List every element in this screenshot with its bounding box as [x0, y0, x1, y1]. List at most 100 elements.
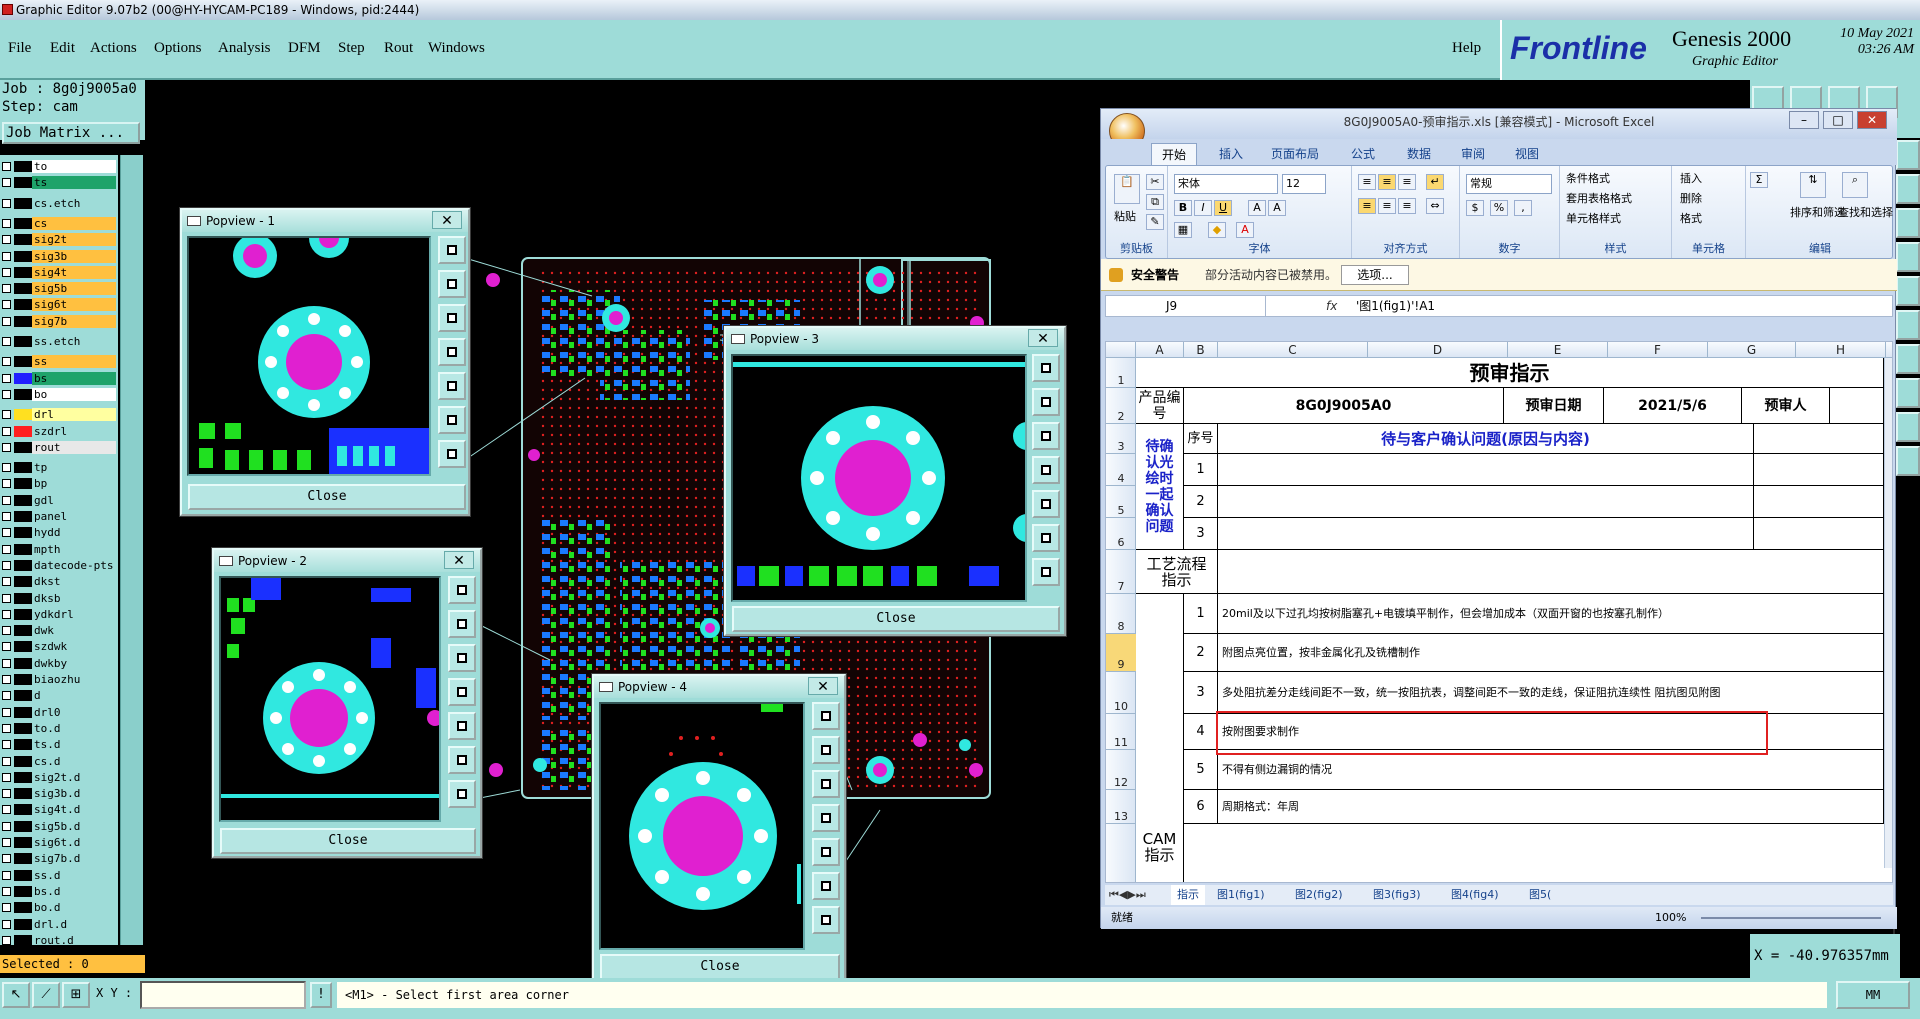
pv4-tool-7[interactable] — [812, 906, 840, 934]
sheet-nav-icon[interactable]: ⏮◀▶⏭ — [1109, 885, 1146, 905]
merge-icon[interactable]: ⇔ — [1426, 198, 1444, 214]
layer-color-swatch[interactable] — [14, 657, 32, 669]
pv4-tool-1[interactable] — [812, 702, 840, 730]
units-button[interactable]: MM — [1836, 981, 1910, 1009]
percent-icon[interactable]: % — [1490, 200, 1508, 216]
pv3-tool-3[interactable] — [1032, 422, 1060, 450]
pending-num-1[interactable]: 1 — [1184, 454, 1218, 486]
layer-row[interactable]: drl — [0, 407, 118, 422]
layer-checkbox[interactable] — [2, 740, 11, 750]
row-header[interactable]: 12 — [1106, 750, 1136, 790]
layer-name[interactable]: to.d — [32, 721, 116, 735]
layer-color-swatch[interactable] — [14, 869, 32, 881]
strip-button-4[interactable] — [1896, 242, 1920, 272]
layer-row[interactable]: ss — [0, 354, 118, 369]
layer-name[interactable]: sig3b — [32, 249, 116, 263]
job-matrix-button[interactable]: Job Matrix ... — [2, 122, 140, 144]
product-no-cell[interactable]: 8G0J9005A0 — [1184, 388, 1504, 424]
layer-name[interactable]: rout — [32, 440, 116, 454]
layer-color-swatch[interactable] — [14, 527, 32, 539]
layer-color-swatch[interactable] — [14, 771, 32, 783]
layer-color-swatch[interactable] — [14, 494, 32, 506]
cam-label-cell[interactable]: CAM指示 — [1136, 594, 1184, 882]
layer-checkbox[interactable] — [2, 267, 11, 277]
layer-row[interactable]: gdl — [0, 493, 118, 508]
column-header[interactable]: E — [1508, 342, 1608, 358]
layer-checkbox[interactable] — [2, 691, 11, 701]
pending-num-3[interactable]: 3 — [1184, 518, 1218, 550]
layer-checkbox[interactable] — [2, 707, 11, 717]
sheet-tab-6[interactable]: 图5( — [1529, 885, 1551, 905]
layer-checkbox[interactable] — [2, 560, 11, 570]
cut-icon[interactable]: ✂ — [1146, 174, 1164, 190]
pv4-tool-3[interactable] — [812, 770, 840, 798]
layer-color-swatch[interactable] — [14, 478, 32, 490]
pv1-tool-1[interactable] — [438, 236, 466, 264]
layer-row[interactable]: bo — [0, 387, 118, 402]
align-bottom-icon[interactable]: ≡ — [1398, 174, 1416, 190]
pv2-tool-5[interactable] — [448, 712, 476, 740]
layer-checkbox[interactable] — [2, 198, 11, 208]
reviewer-cell[interactable] — [1830, 388, 1884, 424]
process-label-cell[interactable]: 工艺流程指示 — [1136, 550, 1218, 594]
row-header[interactable]: 7 — [1106, 550, 1136, 594]
xy-input[interactable] — [140, 981, 306, 1009]
pv1-tool-6[interactable] — [438, 406, 466, 434]
row-header[interactable]: 5 — [1106, 486, 1136, 518]
paste-label[interactable]: 粘贴 — [1114, 208, 1136, 226]
layer-row[interactable]: sig4t — [0, 265, 118, 280]
layer-name[interactable]: panel — [32, 510, 116, 523]
strip-button-1[interactable] — [1896, 140, 1920, 170]
layer-name[interactable]: sig4t.d — [32, 803, 116, 817]
pending-item-1-h[interactable] — [1754, 454, 1884, 486]
layer-name[interactable]: gdl — [32, 493, 116, 507]
layer-name[interactable]: drl.d — [32, 917, 116, 931]
layer-row[interactable]: hydd — [0, 525, 118, 540]
column-header[interactable]: D — [1368, 342, 1508, 358]
popview-2[interactable]: Popview - 2 ✕ Close — [212, 548, 482, 858]
layer-row[interactable]: dksb — [0, 591, 118, 606]
pv4-tool-5[interactable] — [812, 838, 840, 866]
layer-checkbox[interactable] — [2, 442, 11, 452]
layer-name[interactable]: cs.etch — [32, 196, 116, 210]
fx-icon[interactable]: fx — [1326, 296, 1337, 316]
layer-color-swatch[interactable] — [14, 885, 32, 897]
pv4-tool-4[interactable] — [812, 804, 840, 832]
layer-name[interactable]: hydd — [32, 526, 116, 540]
comma-icon[interactable]: , — [1514, 200, 1532, 216]
popview-1-canvas[interactable] — [187, 236, 431, 476]
empty-cell[interactable] — [1754, 424, 1884, 454]
layer-row[interactable]: dwk — [0, 623, 118, 638]
layer-name[interactable]: sig4t — [32, 265, 116, 279]
layer-checkbox[interactable] — [2, 544, 11, 554]
formula-input[interactable]: '图1(fig1)'!A1 — [1356, 296, 1435, 316]
strip-button-8[interactable] — [1896, 378, 1920, 408]
layer-checkbox[interactable] — [2, 756, 11, 766]
zoom-slider[interactable] — [1701, 917, 1881, 919]
layer-name[interactable]: dwk — [32, 624, 116, 638]
popview-4-close-button[interactable]: Close — [600, 954, 840, 980]
select-all-corner[interactable] — [1106, 342, 1136, 358]
layer-name[interactable]: rout.d — [32, 933, 116, 945]
sheet-tab-5[interactable]: 图4(fig4) — [1451, 885, 1499, 905]
pv2-tool-2[interactable] — [448, 610, 476, 638]
popview-1-close-icon[interactable]: ✕ — [432, 211, 462, 229]
strip-button-2[interactable] — [1896, 174, 1920, 204]
cells-area[interactable]: 预审指示 产品编号 8G0J9005A0 预审日期 2021/5/6 预审人 待… — [1136, 358, 1892, 882]
strip-button-9[interactable] — [1896, 412, 1920, 442]
layer-checkbox[interactable] — [2, 479, 11, 489]
layer-color-swatch[interactable] — [14, 356, 32, 368]
sort-filter-button[interactable]: 排序和筛选 — [1790, 204, 1845, 222]
layer-row[interactable]: tp — [0, 460, 118, 475]
borders-icon[interactable]: ▦ — [1174, 222, 1192, 238]
seq-label-cell[interactable]: 序号 — [1184, 424, 1218, 454]
pv1-tool-5[interactable] — [438, 372, 466, 400]
layer-checkbox[interactable] — [2, 772, 11, 782]
pv2-tool-7[interactable] — [448, 780, 476, 808]
autosum-icon[interactable]: Σ — [1750, 172, 1768, 188]
strip-button-5[interactable] — [1896, 276, 1920, 306]
layer-row[interactable]: ts.d — [0, 737, 118, 752]
sheet-tab-1[interactable]: 指示 — [1171, 885, 1205, 905]
layer-checkbox[interactable] — [2, 373, 11, 383]
layer-name[interactable]: datecode-pts — [32, 558, 116, 572]
